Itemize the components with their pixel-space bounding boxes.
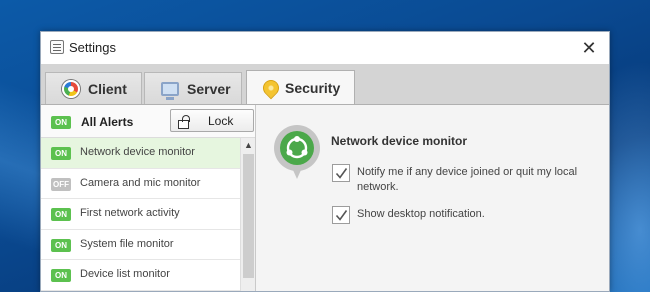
list-item-camera-and-mic-monitor[interactable]: OFF Camera and mic monitor <box>41 168 240 199</box>
alert-list-scrollbar[interactable]: ▲ <box>240 138 255 291</box>
alerts-sidebar: ON All Alerts Lock ON Network device mon… <box>41 105 256 291</box>
scroll-up-arrow-icon[interactable]: ▲ <box>241 138 256 152</box>
list-item-label: Camera and mic monitor <box>80 176 201 189</box>
security-icon <box>263 80 277 96</box>
tab-client-label: Client <box>88 80 127 97</box>
lock-icon <box>177 115 190 129</box>
tab-server-label: Server <box>187 80 231 97</box>
desktop-notification-checkbox[interactable] <box>332 206 350 224</box>
tab-strip: Client Server Security <box>41 64 609 105</box>
all-alerts-title: All Alerts <box>81 115 134 129</box>
close-button[interactable]: ✕ <box>577 36 601 60</box>
network-device-icon <box>274 125 322 185</box>
list-item-device-list-monitor[interactable]: ON Device list monitor <box>41 260 240 291</box>
tab-security-label: Security <box>285 80 341 96</box>
monitor-detail-panel: Network device monitor Notify me if any … <box>257 105 609 291</box>
status-toggle[interactable]: ON <box>51 147 71 160</box>
close-icon: ✕ <box>581 37 597 58</box>
checkmark-icon <box>335 210 348 221</box>
all-alerts-toggle[interactable]: ON <box>51 116 71 129</box>
lock-button-label: Lock <box>208 114 234 128</box>
checkmark-icon <box>335 168 348 179</box>
window-title: Settings <box>69 40 116 55</box>
server-icon <box>161 81 179 100</box>
settings-window: Settings ✕ Client Server Security ON All… <box>40 31 610 292</box>
list-item-label: Device list monitor <box>80 268 170 280</box>
list-item-label: Network device monitor <box>80 146 195 158</box>
status-toggle[interactable]: OFF <box>51 177 71 191</box>
tab-security[interactable]: Security <box>246 70 355 105</box>
detail-title: Network device monitor <box>331 134 468 148</box>
all-alerts-header: ON All Alerts Lock <box>41 105 255 138</box>
list-item-first-network-activity[interactable]: ON First network activity <box>41 199 240 230</box>
title-bar: Settings ✕ <box>41 32 609 64</box>
status-toggle[interactable]: ON <box>51 208 71 221</box>
settings-app-icon <box>50 40 64 54</box>
list-item-label: System file monitor <box>80 237 174 250</box>
security-tab-content: ON All Alerts Lock ON Network device mon… <box>41 104 609 291</box>
status-toggle[interactable]: ON <box>51 238 71 252</box>
list-item-system-file-monitor[interactable]: ON System file monitor <box>41 229 240 260</box>
lock-button[interactable]: Lock <box>170 109 254 132</box>
alert-list: ON Network device monitor OFF Camera and… <box>41 138 240 291</box>
tab-client[interactable]: Client <box>45 72 142 104</box>
scroll-thumb[interactable] <box>243 154 254 278</box>
notify-device-label: Notify me if any device joined or quit m… <box>357 166 578 193</box>
list-item-network-device-monitor[interactable]: ON Network device monitor <box>41 138 240 169</box>
status-toggle[interactable]: ON <box>51 269 71 282</box>
notify-device-checkbox[interactable] <box>332 164 350 182</box>
list-item-label: First network activity <box>80 207 180 219</box>
tab-server[interactable]: Server <box>144 72 242 104</box>
desktop-notification-label: Show desktop notification. <box>357 208 485 220</box>
client-icon <box>62 79 80 98</box>
